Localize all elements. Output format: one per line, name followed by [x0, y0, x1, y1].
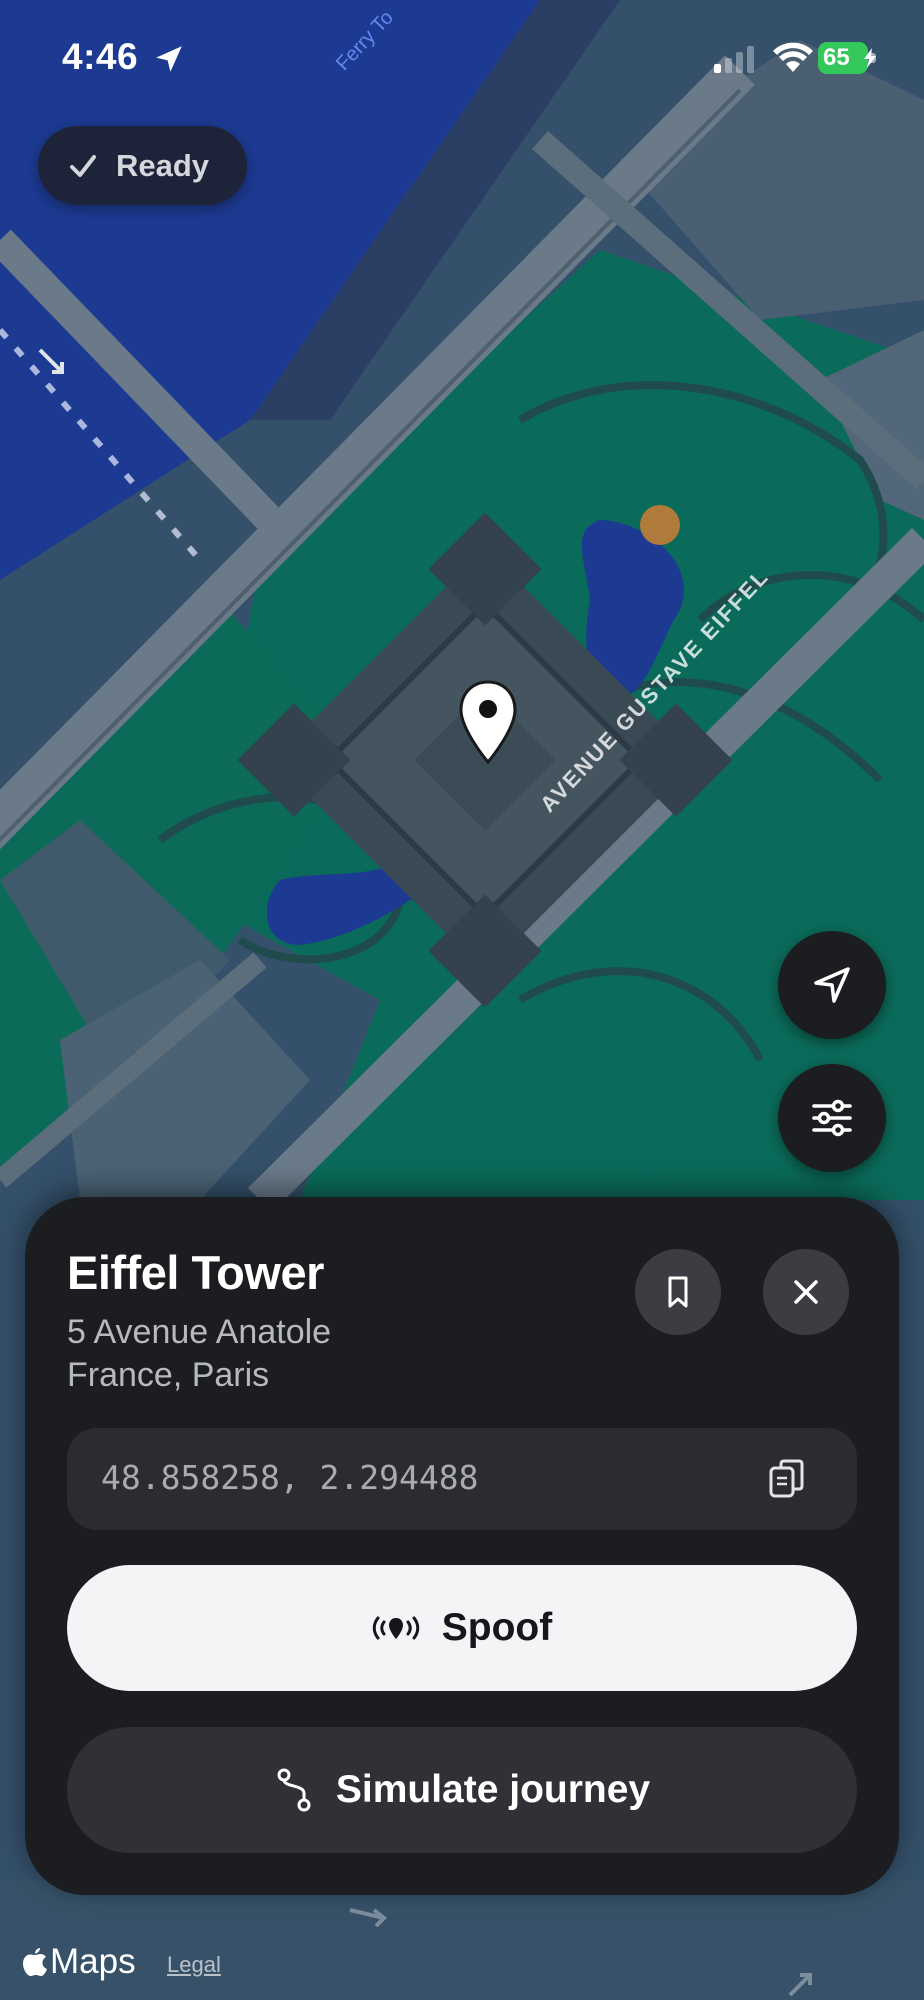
cellular-signal-icon	[714, 46, 754, 73]
apple-logo-icon	[23, 1948, 47, 1976]
place-address: 5 Avenue Anatole France, Paris	[67, 1311, 331, 1397]
status-pill: Ready	[38, 126, 247, 205]
battery-indicator: 65	[818, 42, 878, 74]
status-pill-label: Ready	[116, 147, 210, 183]
status-bar: 4:46 65	[0, 0, 924, 118]
location-arrow-icon	[156, 46, 182, 72]
checkmark-icon	[70, 154, 96, 177]
recenter-button[interactable]	[778, 931, 886, 1039]
address-line-1: 5 Avenue Anatole	[67, 1313, 332, 1351]
bookmark-button[interactable]	[635, 1249, 721, 1335]
bookmark-icon	[668, 1276, 688, 1308]
location-pin-icon[interactable]	[458, 680, 518, 766]
coordinates-field: 48.858258, 2.294488	[67, 1428, 857, 1530]
wifi-icon	[773, 42, 813, 72]
place-detail-sheet: Eiffel Tower 5 Avenue Anatole France, Pa…	[25, 1197, 899, 1895]
maps-brand-text: Maps	[50, 1942, 136, 1981]
apple-maps-logo: Maps	[22, 1942, 136, 1982]
map-settings-button[interactable]	[778, 1064, 886, 1172]
simulate-journey-button[interactable]: Simulate journey	[67, 1727, 857, 1853]
sliders-icon	[812, 1099, 852, 1137]
battery-level: 65	[818, 42, 868, 74]
address-line-2: France, Paris	[67, 1356, 270, 1394]
copy-icon[interactable]	[767, 1458, 807, 1502]
route-icon	[277, 1768, 311, 1812]
spoof-button-label: Spoof	[441, 1606, 553, 1649]
broadcast-icon	[372, 1616, 420, 1640]
place-title: Eiffel Tower	[67, 1246, 324, 1299]
close-icon	[794, 1280, 818, 1304]
coordinates-text: 48.858258, 2.294488	[101, 1458, 479, 1497]
spoof-button[interactable]: Spoof	[67, 1565, 857, 1691]
simulate-journey-label: Simulate journey	[335, 1768, 651, 1811]
battery-tip	[871, 53, 876, 63]
close-button[interactable]	[763, 1249, 849, 1335]
legal-link[interactable]: Legal	[167, 1952, 221, 1978]
navigation-arrow-icon	[814, 967, 850, 1003]
status-time: 4:46	[62, 36, 139, 77]
